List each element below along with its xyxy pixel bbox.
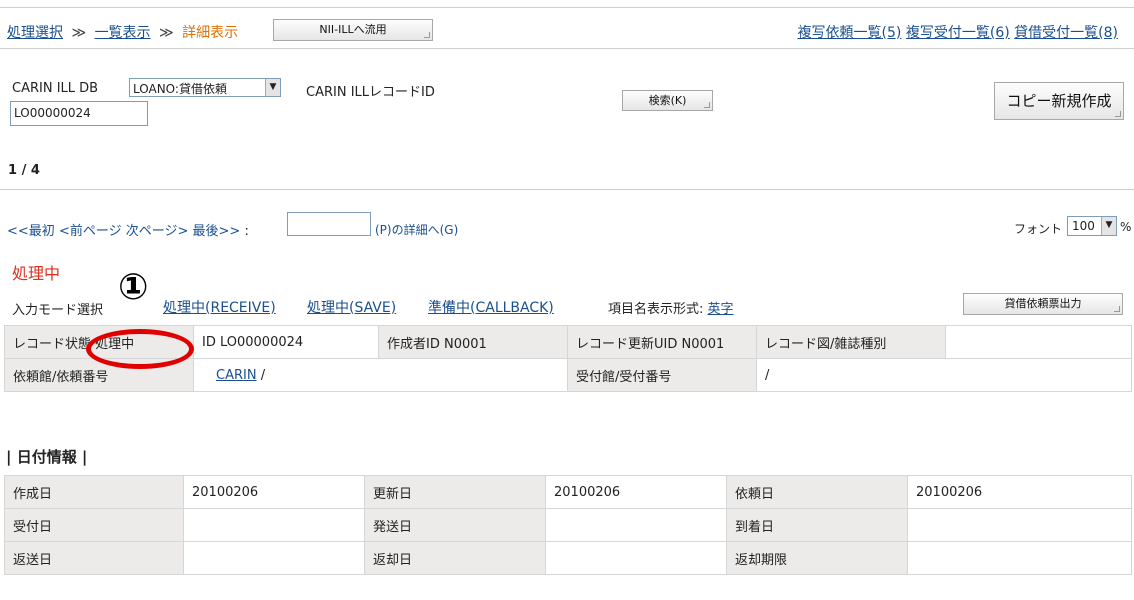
sent-date-label: 発送日 <box>364 508 546 542</box>
loan-receive-list-link[interactable]: 貸借受付一覧(8) <box>1014 25 1118 41</box>
percent-label: % <box>1120 220 1132 234</box>
requesting-library-value: CARIN / <box>193 358 568 392</box>
font-size-select[interactable]: 100 ▼ <box>1067 216 1117 236</box>
copy-receive-list-link[interactable]: 複写受付一覧(6) <box>906 25 1010 41</box>
mode-save-link[interactable]: 処理中(SAVE) <box>307 297 396 317</box>
pager-prev[interactable]: <前ページ <box>59 224 122 239</box>
pager-first[interactable]: <<最初 <box>7 224 55 239</box>
page-count: 1 / 4 <box>8 163 40 178</box>
breadcrumb-process-select[interactable]: 処理選択 <box>7 25 63 41</box>
return-date-value <box>545 541 727 575</box>
breadcrumb: 処理選択 ≫ 一覧表示 ≫ 詳細表示 <box>7 22 238 42</box>
font-size-value: 100 <box>1072 219 1095 233</box>
return-deadline-value <box>907 541 1132 575</box>
status-title: 処理中 <box>12 264 61 283</box>
table-row: 受付日 発送日 到着日 <box>4 508 1132 542</box>
created-date-value: 20100206 <box>183 475 365 509</box>
return-date-label: 返却日 <box>364 541 546 575</box>
sent-date-value <box>545 508 727 542</box>
receiving-library-label: 受付館/受付番号 <box>567 358 757 392</box>
table-row: 作成日 20100206 更新日 20100206 依頼日 20100206 <box>4 475 1132 509</box>
pager-next[interactable]: 次ページ> <box>126 224 189 239</box>
db-select[interactable]: LOANO:貸借依頼 ▼ <box>129 78 281 97</box>
returned-date-value <box>183 541 365 575</box>
record-id-input[interactable]: LO00000024 <box>10 101 148 126</box>
date-table: 作成日 20100206 更新日 20100206 依頼日 20100206 受… <box>4 475 1132 575</box>
requesting-number: / <box>256 367 266 383</box>
record-id-cell: ID LO00000024 <box>193 325 379 359</box>
annotation-ellipse <box>86 329 194 369</box>
db-select-value: LOANO:貸借依頼 <box>133 82 227 96</box>
arrival-date-value <box>907 508 1132 542</box>
loan-slip-print-button[interactable]: 貸借依頼票出力 <box>963 293 1123 315</box>
annotation-marker: ① <box>118 267 149 308</box>
arrival-date-label: 到着日 <box>726 508 908 542</box>
return-deadline-label: 返却期限 <box>726 541 908 575</box>
updated-date-label: 更新日 <box>364 475 546 509</box>
item-format-link[interactable]: 英字 <box>708 302 734 317</box>
mode-callback-link[interactable]: 準備中(CALLBACK) <box>428 297 554 317</box>
update-uid-cell: レコード更新UID N0001 <box>567 325 757 359</box>
top-right-links: 複写依頼一覧(5) 複写受付一覧(6) 貸借受付一覧(8) <box>798 22 1118 42</box>
received-date-value <box>183 508 365 542</box>
received-date-label: 受付日 <box>4 508 184 542</box>
created-date-label: 作成日 <box>4 475 184 509</box>
request-date-value: 20100206 <box>907 475 1132 509</box>
top-bar-divider <box>0 48 1134 49</box>
breadcrumb-list-view[interactable]: 一覧表示 <box>95 25 151 41</box>
page-number-input[interactable] <box>287 212 371 236</box>
copy-new-button[interactable]: コピー新規作成 <box>994 82 1124 120</box>
record-id-label: CARIN ILLレコードID <box>306 85 435 100</box>
receiving-library-value: / <box>756 358 1132 392</box>
pager-last[interactable]: 最後>> <box>193 224 241 239</box>
section-divider <box>0 189 1134 190</box>
mode-receive-link[interactable]: 処理中(RECEIVE) <box>163 297 276 317</box>
chevron-down-icon[interactable]: ▼ <box>1101 217 1116 235</box>
font-label: フォント <box>1014 222 1063 236</box>
detail-link[interactable]: (P)の詳細へ(G) <box>375 221 458 238</box>
breadcrumb-separator: ≫ <box>159 25 174 41</box>
copy-request-list-link[interactable]: 複写依頼一覧(5) <box>798 25 902 41</box>
pager: <<最初 <前ページ 次ページ> 最後>> : <box>7 220 249 239</box>
chevron-down-icon[interactable]: ▼ <box>265 79 280 96</box>
record-type-cell: レコード図/雑誌種別 <box>756 325 946 359</box>
creator-id-cell: 作成者ID N0001 <box>378 325 568 359</box>
breadcrumb-separator: ≫ <box>71 25 87 41</box>
updated-date-value: 20100206 <box>545 475 727 509</box>
top-divider <box>0 7 1134 8</box>
pager-colon: : <box>244 224 249 239</box>
returned-date-label: 返送日 <box>4 541 184 575</box>
item-format-label: 項目名表示形式: 英字 <box>608 298 734 317</box>
carin-link[interactable]: CARIN <box>216 368 257 383</box>
nii-ill-reuse-button[interactable]: NII-ILLへ流用 <box>273 19 433 41</box>
record-type-value <box>945 325 1132 359</box>
mode-select-label: 入力モード選択 <box>12 303 104 318</box>
table-row: 返送日 返却日 返却期限 <box>4 541 1132 575</box>
breadcrumb-current: 詳細表示 <box>182 25 239 41</box>
date-section-heading: | 日付情報 | <box>6 448 88 466</box>
request-date-label: 依頼日 <box>726 475 908 509</box>
item-format-text: 項目名表示形式: <box>608 302 704 317</box>
db-label: CARIN ILL DB <box>12 81 99 96</box>
search-button[interactable]: 検索(K) <box>622 90 713 111</box>
